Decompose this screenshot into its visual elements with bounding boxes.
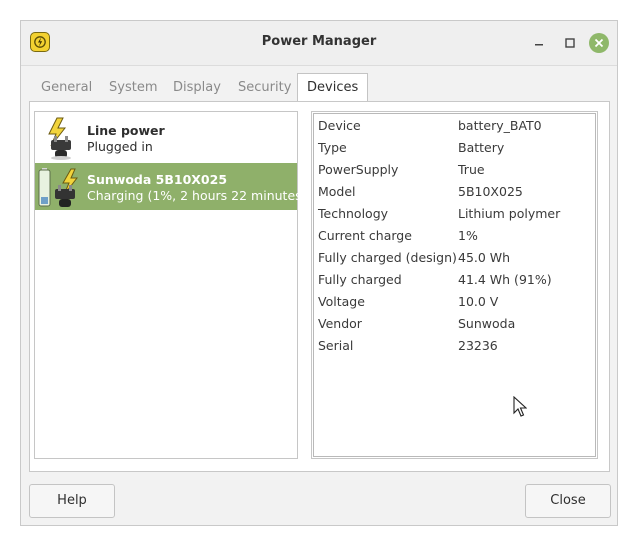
property-value: Battery — [458, 140, 505, 155]
device-properties: Device battery_BAT0 Type Battery PowerSupp… — [311, 111, 598, 459]
tab-general[interactable]: General — [41, 75, 92, 101]
table-row: PowerSupply True — [314, 159, 595, 181]
property-value: 45.0 Wh — [458, 250, 511, 265]
property-key: Serial — [318, 338, 354, 353]
help-button[interactable]: Help — [29, 484, 115, 518]
property-key: Type — [318, 140, 347, 155]
tab-devices[interactable]: Devices — [297, 73, 369, 101]
close-icon[interactable] — [589, 33, 609, 53]
list-item-line-power[interactable]: Line power Plugged in — [35, 114, 297, 161]
property-value: 10.0 V — [458, 294, 499, 309]
power-manager-window: Power Manager General System Display Sec… — [20, 20, 618, 526]
property-value: Sunwoda — [458, 316, 516, 331]
table-row: Model 5B10X025 — [314, 181, 595, 203]
table-row: Fully charged (design) 45.0 Wh — [314, 247, 595, 269]
table-row: Fully charged 41.4 Wh (91%) — [314, 269, 595, 291]
device-status: Charging (1%, 2 hours 22 minutes) — [87, 188, 307, 203]
device-name: Sunwoda 5B10X025 — [87, 172, 228, 187]
minimize-icon[interactable] — [529, 33, 549, 53]
property-key: Fully charged (design) — [318, 250, 457, 265]
table-row: Current charge 1% — [314, 225, 595, 247]
property-key: Voltage — [318, 294, 365, 309]
property-key: Vendor — [318, 316, 362, 331]
property-key: PowerSupply — [318, 162, 399, 177]
maximize-icon[interactable] — [560, 33, 580, 53]
property-key: Current charge — [318, 228, 412, 243]
property-value: 1% — [458, 228, 478, 243]
tab-display[interactable]: Display — [173, 75, 221, 101]
property-key: Model — [318, 184, 356, 199]
property-value: 23236 — [458, 338, 498, 353]
table-row: Voltage 10.0 V — [314, 291, 595, 313]
close-button[interactable]: Close — [525, 484, 611, 518]
battery-charging-icon — [37, 165, 81, 209]
property-key: Device — [318, 118, 361, 133]
window-title: Power Manager — [261, 34, 377, 49]
property-key: Fully charged — [318, 272, 402, 287]
property-value: 41.4 Wh (91%) — [458, 272, 552, 287]
title-bar[interactable]: Power Manager — [21, 21, 617, 66]
property-value: Lithium polymer — [458, 206, 561, 221]
tab-security[interactable]: Security — [238, 75, 291, 101]
device-list: Line power Plugged in Sunwoda 5B10X025 C… — [34, 111, 307, 459]
device-status: Plugged in — [87, 139, 153, 154]
device-name: Line power — [87, 123, 165, 138]
table-row: Vendor Sunwoda — [314, 313, 595, 335]
property-value: True — [458, 162, 485, 177]
property-value: 5B10X025 — [458, 184, 523, 199]
table-row: Device battery_BAT0 — [314, 115, 595, 137]
properties-table: Device battery_BAT0 Type Battery PowerSupp… — [313, 113, 596, 457]
table-row: Type Battery — [314, 137, 595, 159]
list-item-battery[interactable]: Sunwoda 5B10X025 Charging (1%, 2 hours 2… — [35, 163, 307, 210]
table-row: Technology Lithium polymer — [314, 203, 595, 225]
property-key: Technology — [318, 206, 389, 221]
property-value: battery_BAT0 — [458, 118, 542, 133]
table-row: Serial 23236 — [314, 335, 595, 357]
line-power-icon — [37, 116, 81, 160]
tab-system[interactable]: System — [109, 75, 157, 101]
mouse-cursor-icon — [513, 395, 528, 418]
